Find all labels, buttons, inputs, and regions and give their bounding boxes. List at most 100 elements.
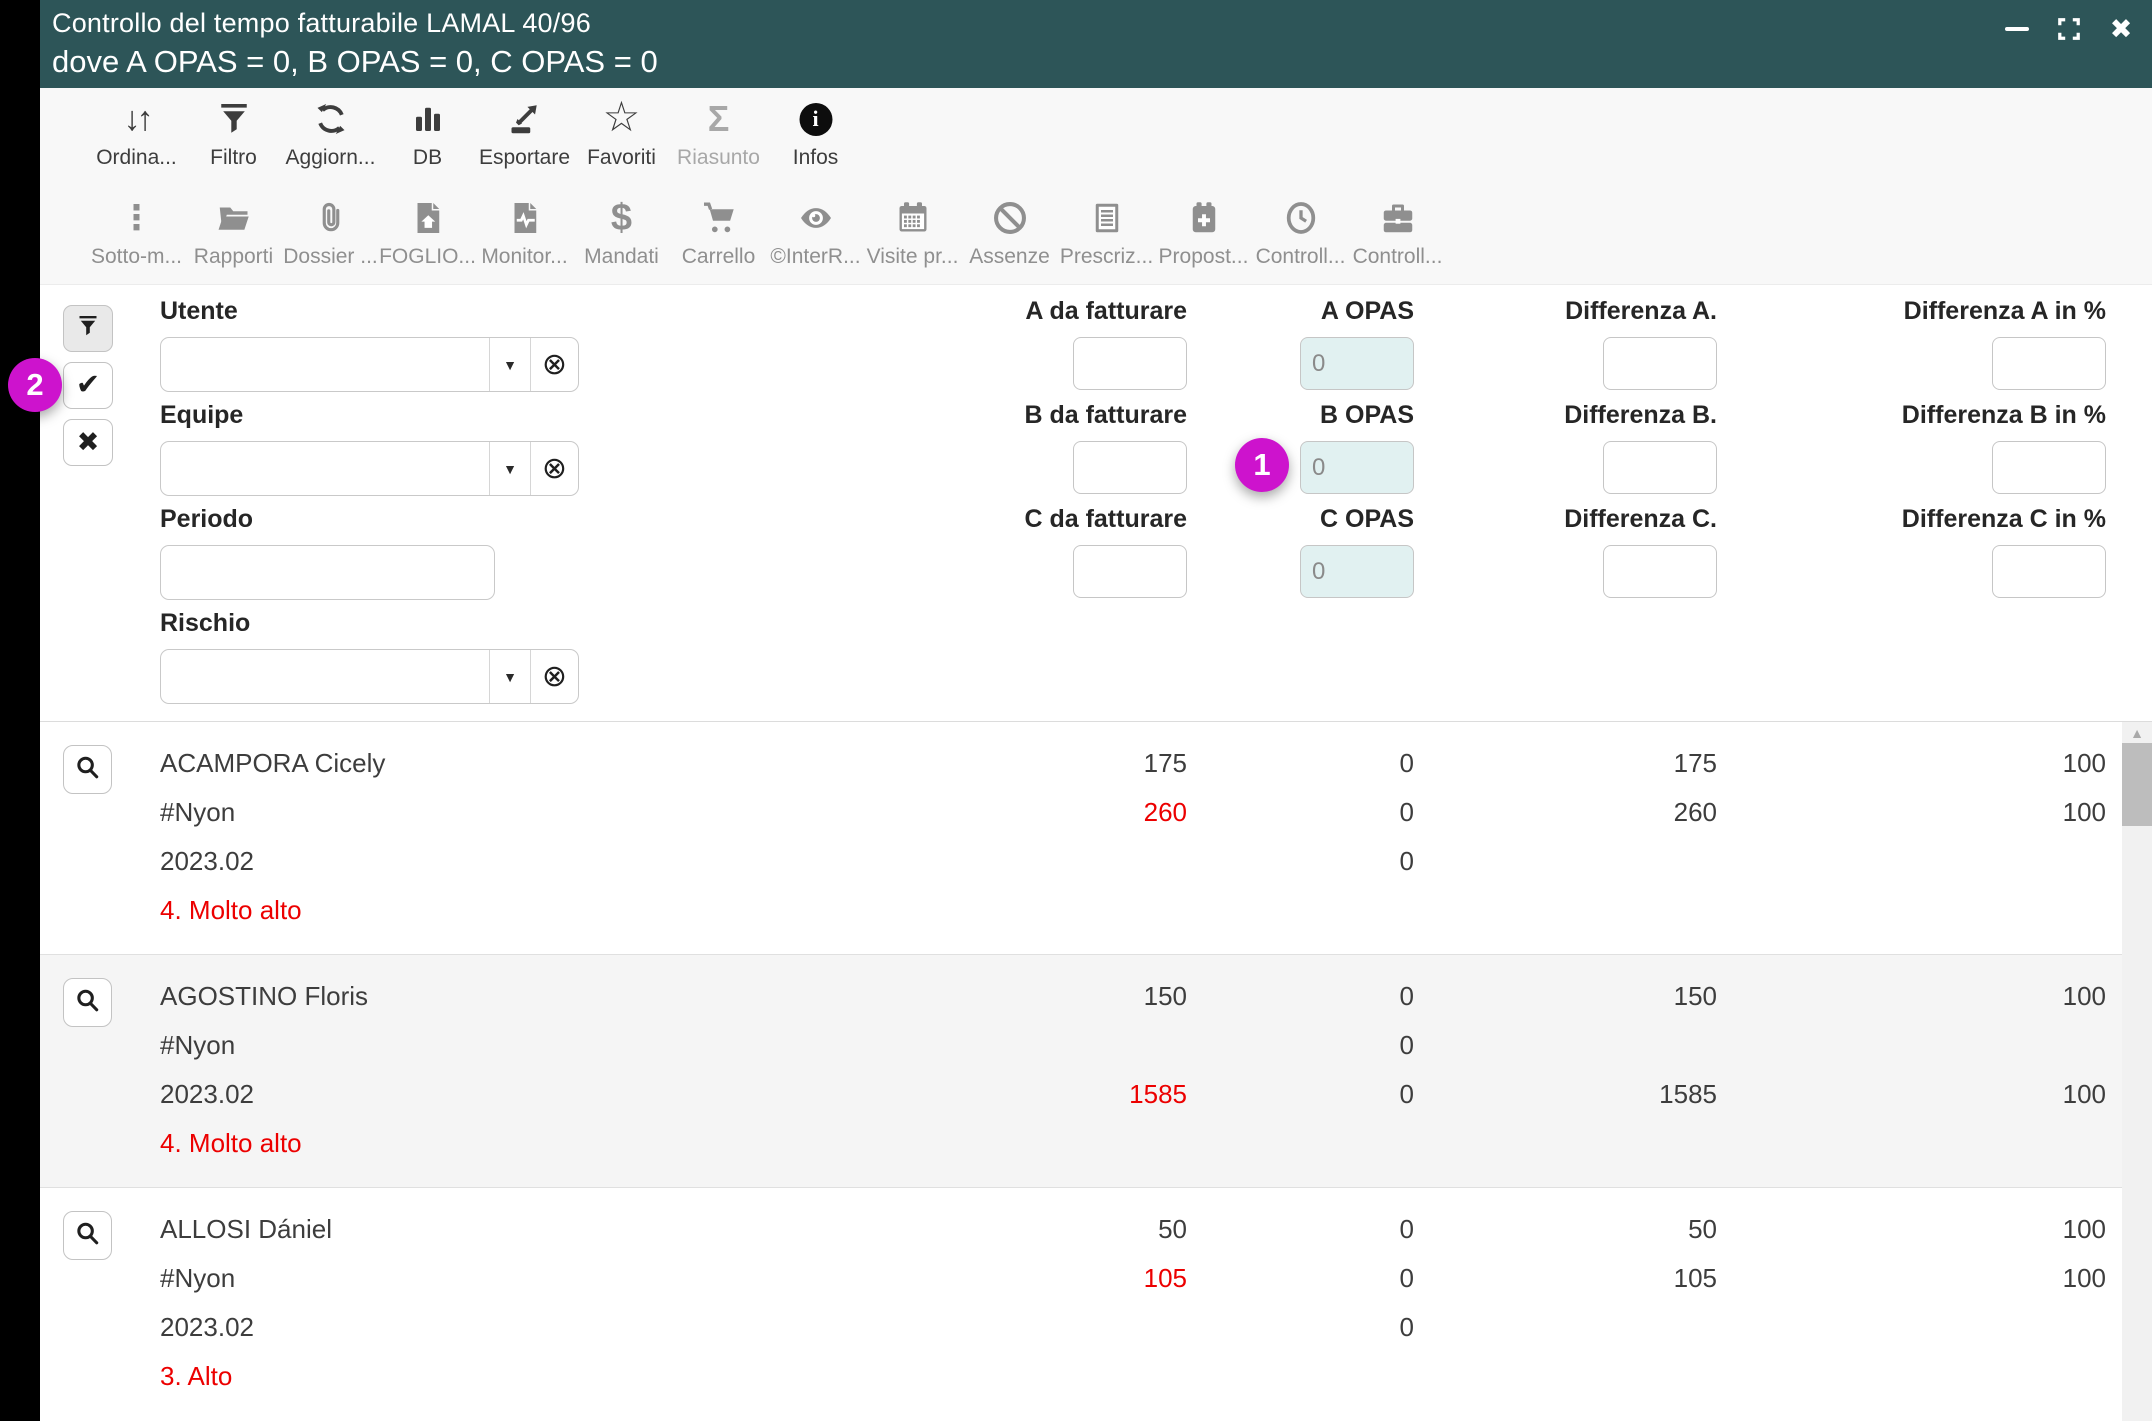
utente-combobox[interactable]: ▼ ⊗ xyxy=(160,337,579,392)
toolbar-item-label: Riasunto xyxy=(677,146,760,170)
row-value: 50 xyxy=(1688,1205,1717,1254)
scrollbar-up-button[interactable]: ▲ xyxy=(2122,725,2152,741)
chevron-down-icon: ▼ xyxy=(503,357,517,373)
filter-input-differenza-b[interactable] xyxy=(1603,441,1717,494)
column-label-differenza-a: Differenza A. xyxy=(1565,297,1717,326)
toolbar-item-db[interactable]: DB xyxy=(379,88,476,187)
filter-input-a-opas[interactable]: 0 xyxy=(1300,337,1414,390)
equipe-dropdown-button[interactable]: ▼ xyxy=(489,442,530,495)
confirm-filter-button[interactable]: ✔ xyxy=(63,362,113,409)
toolbar-item-reports[interactable]: Rapporti xyxy=(185,187,282,284)
row-team: #Nyon xyxy=(160,788,235,837)
toolbar-item-mandates[interactable]: $Mandati xyxy=(573,187,670,284)
filter-input-b-opas[interactable]: 0 xyxy=(1300,441,1414,494)
star-icon: ☆ xyxy=(603,96,641,142)
column-label-b-opas: B OPAS xyxy=(1320,401,1414,430)
toolbar-item-dossier[interactable]: Dossier ... xyxy=(282,187,379,284)
toolbar-item-proposals[interactable]: Propost... xyxy=(1155,187,1252,284)
row-risk: 4. Molto alto xyxy=(160,886,302,935)
bar-chart-icon xyxy=(410,96,446,142)
toolbar-item-sheet[interactable]: FOGLIO... xyxy=(379,187,476,284)
close-button[interactable]: ✖ xyxy=(2104,12,2138,46)
clear-circle-icon: ⊗ xyxy=(542,451,567,486)
row-value: 0 xyxy=(1400,1070,1414,1119)
window-titlebar: Controllo del tempo fatturabile LAMAL 40… xyxy=(40,0,2152,88)
toolbar-item-infos[interactable]: i Infos xyxy=(767,88,864,187)
row-value: 1585 xyxy=(1129,1070,1187,1119)
filter-input-c-da-fatturare[interactable] xyxy=(1073,545,1187,598)
funnel-icon xyxy=(216,96,252,142)
equipe-input[interactable] xyxy=(161,442,489,495)
rischio-combobox[interactable]: ▼ ⊗ xyxy=(160,649,579,704)
calendar-plus-icon xyxy=(1186,195,1222,241)
refresh-icon xyxy=(313,96,349,142)
filter-input-differenza-a[interactable] xyxy=(1603,337,1717,390)
utente-clear-button[interactable]: ⊗ xyxy=(530,338,578,391)
toolbar-item-label: Assenze xyxy=(969,245,1050,269)
toolbar-item-favorites[interactable]: ☆Favoriti xyxy=(573,88,670,187)
row-value: 105 xyxy=(1674,1254,1717,1303)
scrollbar-thumb[interactable] xyxy=(2122,743,2152,826)
row-team: #Nyon xyxy=(160,1021,235,1070)
row-value: 50 xyxy=(1158,1205,1187,1254)
column-label-differenza-a-in: Differenza A in % xyxy=(1904,297,2106,326)
toolbar-item-label: Sotto-m... xyxy=(91,245,182,269)
equipe-clear-button[interactable]: ⊗ xyxy=(530,442,578,495)
clear-filter-button[interactable]: ✖ xyxy=(63,419,113,466)
toolbar-item-label: Controll... xyxy=(1353,245,1443,269)
maximize-button[interactable] xyxy=(2052,12,2086,46)
toolbar-item-refresh[interactable]: Aggiorn... xyxy=(282,88,379,187)
rischio-dropdown-button[interactable]: ▼ xyxy=(489,650,530,703)
row-value: 260 xyxy=(1144,788,1187,837)
filter-input-a-da-fatturare[interactable] xyxy=(1073,337,1187,390)
filter-input-b-da-fatturare[interactable] xyxy=(1073,441,1187,494)
toolbar-item-control-work[interactable]: Controll... xyxy=(1349,187,1446,284)
rischio-input[interactable] xyxy=(161,650,489,703)
filter-input-c-opas[interactable]: 0 xyxy=(1300,545,1414,598)
dollar-icon: $ xyxy=(611,195,632,241)
apply-filter-button[interactable] xyxy=(63,305,113,352)
row-value: 175 xyxy=(1144,739,1187,788)
row-value: 100 xyxy=(2063,972,2106,1021)
utente-dropdown-button[interactable]: ▼ xyxy=(489,338,530,391)
toolbar-item-absences[interactable]: Assenze xyxy=(961,187,1058,284)
toolbar-item-prescriptions[interactable]: Prescriz... xyxy=(1058,187,1155,284)
utente-input[interactable] xyxy=(161,338,489,391)
toolbar-item-export[interactable]: Esportare xyxy=(476,88,573,187)
toolbar-primary: ↓↑Ordina... Filtro Aggiorn...DBEsportare☆F… xyxy=(40,88,2152,187)
toolbar-item-monitoring[interactable]: Monitor... xyxy=(476,187,573,284)
row-value: 100 xyxy=(2063,1070,2106,1119)
filter-panel: ✔ ✖ Utente ▼ ⊗ Equipe ▼ ⊗ Periodo Rischi… xyxy=(40,285,2152,722)
equipe-combobox[interactable]: ▼ ⊗ xyxy=(160,441,579,496)
minimize-button[interactable] xyxy=(2000,12,2034,46)
toolbar-item-submenu[interactable]: ⋮Sotto-m... xyxy=(88,187,185,284)
toolbar-item-summary[interactable]: ΣRiasunto xyxy=(670,88,767,187)
field-label-rischio: Rischio xyxy=(160,609,250,638)
row-value: 0 xyxy=(1400,1205,1414,1254)
toolbar-item-sort[interactable]: ↓↑Ordina... xyxy=(88,88,185,187)
field-label-equipe: Equipe xyxy=(160,401,243,430)
chevron-down-icon: ▼ xyxy=(503,669,517,685)
toolbar-item-cart[interactable]: Carrello xyxy=(670,187,767,284)
sort-icon: ↓↑ xyxy=(124,96,150,142)
periodo-input[interactable] xyxy=(160,545,495,600)
briefcase-icon xyxy=(1380,195,1416,241)
row-value: 0 xyxy=(1400,837,1414,886)
filter-input-differenza-c-in[interactable] xyxy=(1992,545,2106,598)
toolbar-item-filter[interactable]: Filtro xyxy=(185,88,282,187)
rischio-clear-button[interactable]: ⊗ xyxy=(530,650,578,703)
toolbar-item-label: Filtro xyxy=(210,146,257,170)
toolbar-item-interrai[interactable]: ©InterR... xyxy=(767,187,864,284)
field-label-periodo: Periodo xyxy=(160,505,253,534)
filter-input-differenza-b-in[interactable] xyxy=(1992,441,2106,494)
toolbar-item-label: Infos xyxy=(793,146,839,170)
toolbar-item-visits[interactable]: Visite pr... xyxy=(864,187,961,284)
info-icon: i xyxy=(799,96,832,142)
toolbar-item-control-time[interactable]: Controll... xyxy=(1252,187,1349,284)
toolbar-item-label: Prescriz... xyxy=(1060,245,1153,269)
row-value: 1585 xyxy=(1659,1070,1717,1119)
vertical-scrollbar[interactable]: ▲ xyxy=(2122,722,2152,1421)
filter-input-differenza-c[interactable] xyxy=(1603,545,1717,598)
filter-input-differenza-a-in[interactable] xyxy=(1992,337,2106,390)
triangle-up-icon: ▲ xyxy=(2130,725,2144,741)
